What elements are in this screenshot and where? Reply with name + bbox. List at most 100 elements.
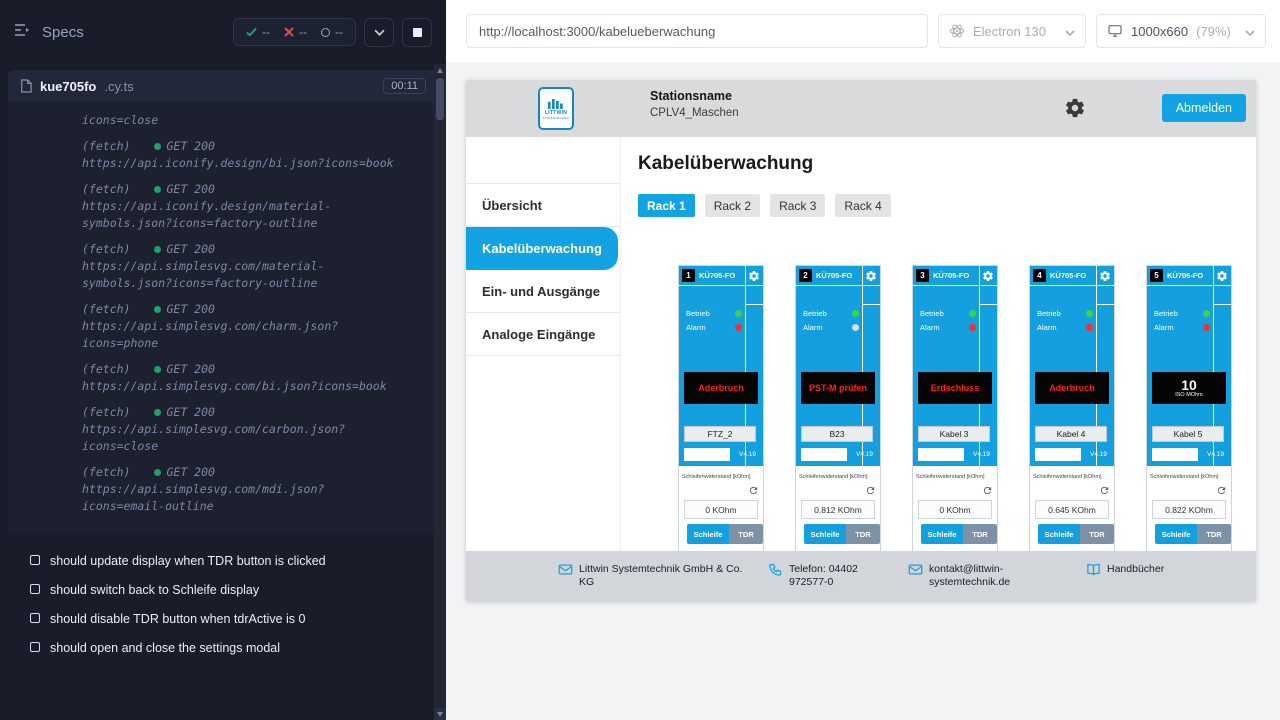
app-main: Kabelüberwachung Rack 1Rack 2Rack 3Rack … bbox=[621, 137, 1256, 551]
rack-tab[interactable]: Rack 2 bbox=[705, 194, 760, 217]
collapse-button[interactable] bbox=[364, 18, 394, 47]
footer-contact-item[interactable]: kontakt@littwin-systemtechnik.de bbox=[908, 563, 1025, 589]
book-icon bbox=[1086, 562, 1101, 577]
cable-name-field[interactable]: Kabel 3 bbox=[918, 426, 990, 442]
loop-resistance-value: 0 KOhm bbox=[684, 500, 758, 519]
cable-name-field[interactable]: Kabel 4 bbox=[1035, 426, 1107, 442]
browser-selector[interactable]: Electron 130 bbox=[938, 14, 1086, 48]
log-entry-fetch[interactable]: (fetch) GET 200 https://api.iconify.desi… bbox=[82, 138, 428, 172]
footer-contact-item[interactable]: Handbücher bbox=[1086, 563, 1164, 577]
test-item[interactable]: should open and close the settings modal bbox=[30, 641, 432, 655]
refresh-icon[interactable] bbox=[1099, 485, 1110, 496]
test-item[interactable]: should switch back to Schleife display bbox=[30, 583, 432, 597]
browser-bar: http://localhost:3000/kabelueberwachung … bbox=[446, 0, 1280, 62]
url-bar[interactable]: http://localhost:3000/kabelueberwachung bbox=[466, 14, 928, 48]
specs-menu-icon[interactable] bbox=[14, 23, 32, 42]
refresh-icon[interactable] bbox=[982, 485, 993, 496]
status-display: PST-M prüfen bbox=[801, 372, 875, 404]
sidebar-item[interactable]: Übersicht bbox=[466, 184, 620, 227]
log-entry-fetch[interactable]: (fetch) GET 200 https://api.simplesvg.co… bbox=[82, 361, 428, 395]
sidebar-item[interactable]: Ein- und Ausgänge bbox=[466, 270, 620, 313]
test-item[interactable]: should update display when TDR button is… bbox=[30, 554, 432, 568]
runner-scrollbar[interactable] bbox=[434, 64, 446, 720]
cable-name-field[interactable]: FTZ_2 bbox=[684, 426, 756, 442]
card-settings-icon[interactable] bbox=[1216, 270, 1228, 282]
viewport-icon bbox=[1107, 23, 1123, 39]
betrieb-label: Betrieb bbox=[920, 309, 944, 318]
cable-name-field[interactable]: Kabel 5 bbox=[1152, 426, 1224, 442]
card-settings-icon[interactable] bbox=[982, 270, 994, 282]
card-settings-icon[interactable] bbox=[1099, 270, 1111, 282]
cypress-runner-panel: Specs -- -- -- bbox=[0, 0, 446, 720]
tdr-button[interactable]: TDR bbox=[963, 524, 997, 544]
tdr-button[interactable]: TDR bbox=[846, 524, 880, 544]
specs-label[interactable]: Specs bbox=[42, 24, 84, 41]
refresh-icon[interactable] bbox=[1216, 485, 1227, 496]
cable-name-field[interactable]: B23 bbox=[801, 426, 873, 442]
scrollbar-thumb[interactable] bbox=[436, 78, 444, 120]
alarm-label: Alarm bbox=[1037, 323, 1057, 332]
tdr-button[interactable]: TDR bbox=[1197, 524, 1231, 544]
log-entry-fetch[interactable]: (fetch) GET 200 https://api.iconify.desi… bbox=[82, 181, 428, 232]
stop-button[interactable] bbox=[402, 18, 432, 47]
firmware-version: V4.19 bbox=[1207, 451, 1224, 458]
settings-gear-icon[interactable] bbox=[1064, 97, 1086, 119]
log-entry-fetch[interactable]: (fetch) GET 200 https://api.simplesvg.co… bbox=[82, 301, 428, 352]
success-dot-icon bbox=[154, 306, 161, 313]
file-icon bbox=[20, 79, 32, 93]
log-entry-fetch[interactable]: (fetch) GET 200 https://api.simplesvg.co… bbox=[82, 464, 428, 515]
aux-field[interactable] bbox=[1152, 448, 1198, 461]
viewport-selector[interactable]: 1000x660 (79%) bbox=[1096, 14, 1266, 48]
tdr-button[interactable]: TDR bbox=[729, 524, 763, 544]
card-model: KÜ705-FO bbox=[1050, 271, 1086, 280]
betrieb-led bbox=[969, 310, 976, 317]
schleife-button[interactable]: Schleife bbox=[921, 524, 963, 544]
request-url: https://api.iconify.design/bi.json?icons… bbox=[82, 155, 402, 172]
rack-tab[interactable]: Rack 3 bbox=[770, 194, 825, 217]
success-dot-icon bbox=[154, 143, 161, 150]
status-text: Aderbruch bbox=[696, 383, 746, 393]
log-entry-fetch[interactable]: (fetch) GET 200 https://api.simplesvg.co… bbox=[82, 404, 428, 455]
sidebar-item[interactable]: Kabelüberwachung bbox=[466, 227, 618, 270]
schleife-button[interactable]: Schleife bbox=[1155, 524, 1197, 544]
request-url: https://api.simplesvg.com/charm.json?ico… bbox=[82, 318, 402, 352]
refresh-icon[interactable] bbox=[865, 485, 876, 496]
schleife-button[interactable]: Schleife bbox=[687, 524, 729, 544]
status-badge: GET 200 bbox=[154, 361, 214, 378]
test-item[interactable]: should disable TDR button when tdrActive… bbox=[30, 612, 432, 626]
sidebar-item[interactable]: Analoge Eingänge bbox=[466, 313, 620, 356]
spec-header[interactable]: kue705fo .cy.ts 00:11 bbox=[8, 70, 438, 102]
mail-icon bbox=[558, 562, 573, 577]
success-dot-icon bbox=[154, 469, 161, 476]
aux-field[interactable] bbox=[684, 448, 730, 461]
scroll-down-arrow[interactable] bbox=[434, 708, 446, 720]
log-entry-fetch[interactable]: (fetch) GET 200 https://api.simplesvg.co… bbox=[82, 241, 428, 292]
page-title: Kabelüberwachung bbox=[638, 153, 813, 175]
logout-button[interactable]: Abmelden bbox=[1162, 94, 1246, 122]
request-url: https://api.simplesvg.com/bi.json?icons=… bbox=[82, 378, 402, 395]
fetch-label: (fetch) bbox=[82, 404, 130, 421]
log-entry-continuation[interactable]: icons=close bbox=[82, 112, 428, 129]
tdr-button[interactable]: TDR bbox=[1080, 524, 1114, 544]
rack-tabs: Rack 1 Rack 2 Rack 3 Rack 4 bbox=[638, 194, 891, 217]
card-settings-icon[interactable] bbox=[865, 270, 877, 282]
logo-icon bbox=[547, 98, 565, 109]
refresh-icon[interactable] bbox=[748, 485, 759, 496]
card-settings-icon[interactable] bbox=[748, 270, 760, 282]
aux-field[interactable] bbox=[801, 448, 847, 461]
aux-field[interactable] bbox=[1035, 448, 1081, 461]
device-cards: 1 KÜ705-FO Betrieb Alarm Aderbruch FTZ_2… bbox=[678, 265, 1232, 551]
schleife-button[interactable]: Schleife bbox=[804, 524, 846, 544]
card-divider bbox=[746, 304, 763, 305]
phone-icon bbox=[768, 562, 783, 577]
rack-tab[interactable]: Rack 1 bbox=[638, 194, 695, 217]
rack-tab[interactable]: Rack 4 bbox=[835, 194, 890, 217]
request-url: https://api.simplesvg.com/mdi.json?icons… bbox=[82, 481, 402, 515]
aux-field[interactable] bbox=[918, 448, 964, 461]
scroll-up-arrow[interactable] bbox=[434, 64, 446, 76]
alarm-label: Alarm bbox=[920, 323, 940, 332]
schleife-button[interactable]: Schleife bbox=[1038, 524, 1080, 544]
footer-contact-item[interactable]: Littwin Systemtechnik GmbH & Co. KG bbox=[558, 563, 751, 589]
footer-contact-item[interactable]: Telefon: 04402 972577-0 bbox=[768, 563, 893, 589]
loop-resistance-label: Schleifenwiderstand [kOhm] bbox=[1150, 474, 1228, 480]
